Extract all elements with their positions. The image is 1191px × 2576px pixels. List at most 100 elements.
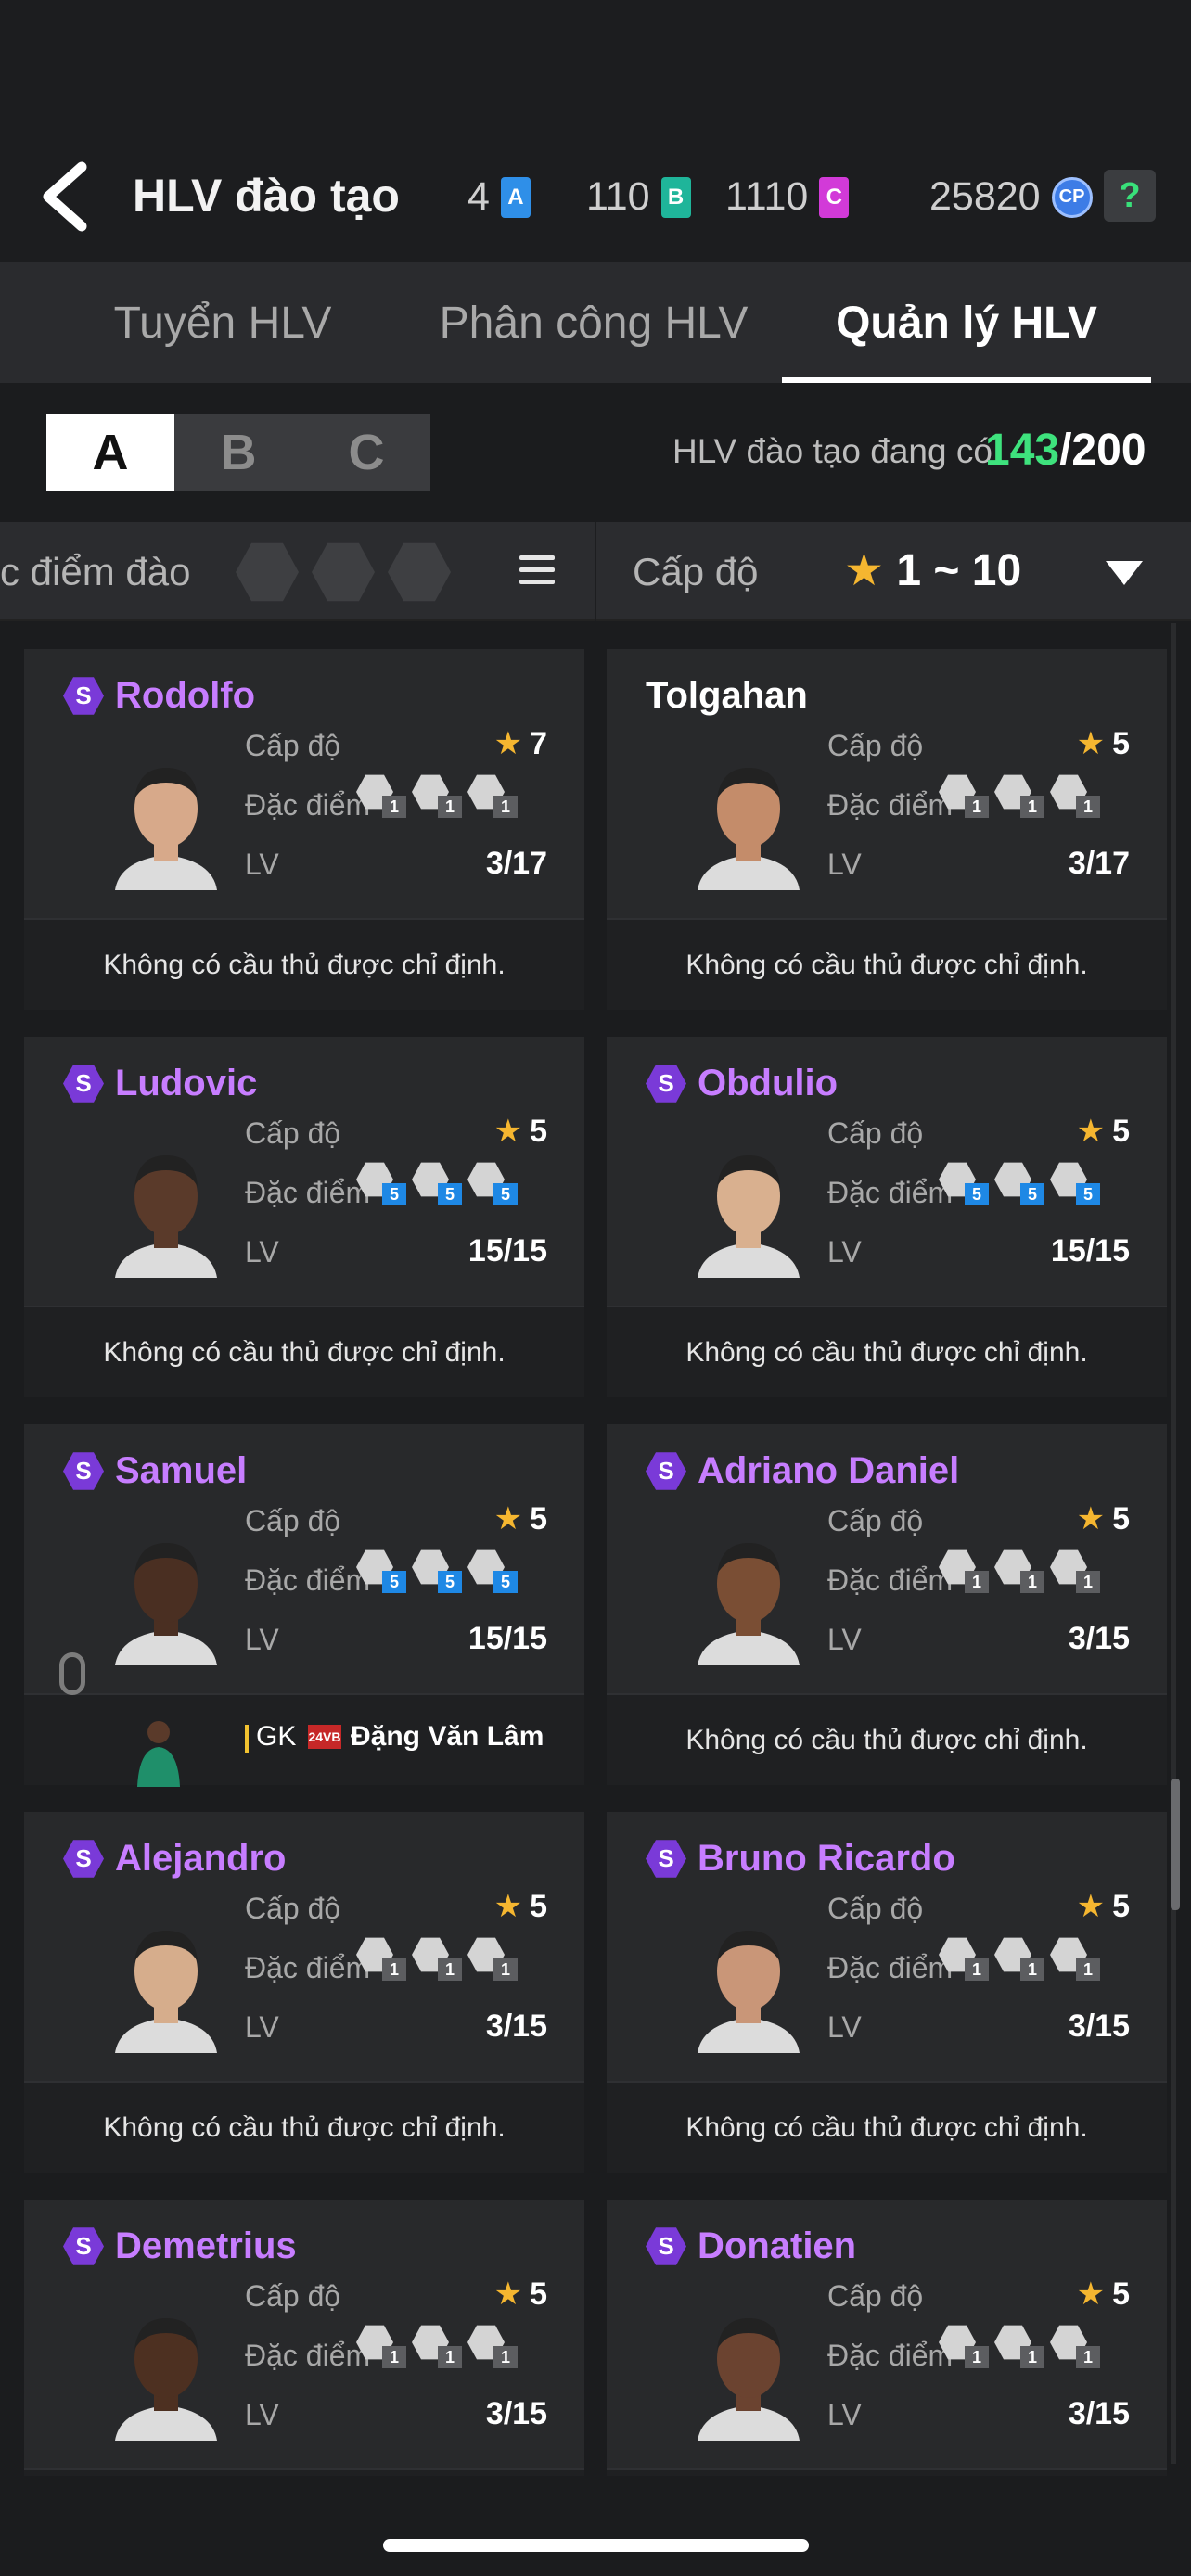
- trait-filter-slot-1[interactable]: [236, 542, 299, 602]
- trait-level: 1: [382, 796, 406, 818]
- lv-label: LV: [827, 848, 862, 881]
- card-b-icon: B: [660, 176, 691, 218]
- no-player-assigned-text: Không có cầu thủ được chỉ định.: [24, 918, 584, 1010]
- coach-name: Adriano Daniel: [698, 1450, 960, 1491]
- trait-level: 5: [965, 1183, 989, 1205]
- currency-a: 4 A: [467, 174, 531, 220]
- coach-count-current: 143: [985, 426, 1060, 475]
- trait-filter-label: c điểm đào: [0, 550, 191, 593]
- squad-c-button[interactable]: C: [302, 414, 430, 491]
- help-button[interactable]: ?: [1104, 170, 1156, 222]
- trait-icon[interactable]: 1: [356, 773, 406, 818]
- trait-icon[interactable]: 1: [1050, 1549, 1100, 1593]
- trait-icon[interactable]: 1: [412, 2324, 462, 2368]
- level-filter-range[interactable]: ★ 1 ~ 10: [844, 544, 1021, 596]
- currency-cp: 25820 CP: [929, 174, 1093, 220]
- coach-name: Bruno Ricardo: [698, 1838, 955, 1879]
- trait-icon[interactable]: 5: [939, 1161, 989, 1205]
- squad-a-button[interactable]: A: [46, 414, 174, 491]
- trait-icon[interactable]: 1: [412, 773, 462, 818]
- no-player-assigned-text: Không có cầu thủ được chỉ định.: [24, 2081, 584, 2173]
- trait-icon[interactable]: 1: [1050, 1936, 1100, 1981]
- trait-icon[interactable]: 1: [939, 773, 989, 818]
- back-chevron-icon[interactable]: [33, 159, 98, 234]
- trait-icon[interactable]: 1: [467, 2324, 518, 2368]
- coach-card-tolgahan[interactable]: Tolgahan Cấp độ ★ 5 Đặc điểm 111 LV 3/17 …: [607, 649, 1167, 1010]
- trait-label: Đặc điểm: [245, 1563, 371, 1597]
- hamburger-menu-icon[interactable]: [519, 555, 555, 587]
- s-rank-badge-icon: S: [646, 1452, 686, 1490]
- lv-label: LV: [245, 848, 279, 881]
- cp-coin-icon: CP: [1051, 176, 1093, 218]
- coach-portrait: [115, 1155, 217, 1278]
- trait-icon[interactable]: 5: [356, 1549, 406, 1593]
- star-icon: ★: [1076, 1889, 1106, 1924]
- coach-card-rodolfo[interactable]: S Rodolfo Cấp độ ★ 7 Đặc điểm 1 1 1 LV 3/17…: [24, 649, 584, 1010]
- assigned-player-row[interactable]: GK 24VB Đặng Văn Lâm: [24, 1693, 584, 1787]
- coach-card-demetrius[interactable]: S Demetrius Cấp độ ★ 5 Đặc điểm 1 1 1 LV 3/…: [24, 2200, 584, 2476]
- trait-icons: 5 5 5: [356, 1161, 518, 1205]
- tab-manage-coach[interactable]: Quản lý HLV: [782, 262, 1151, 383]
- coach-portrait: [698, 1931, 800, 2053]
- tab-assign-coach[interactable]: Phân công HLV: [427, 262, 761, 383]
- coach-card-donatien[interactable]: S Donatien Cấp độ ★ 5 Đặc điểm 1 1 1 LV 3/1…: [607, 2200, 1167, 2476]
- trait-icon[interactable]: 5: [467, 1549, 518, 1593]
- trait-icon[interactable]: 1: [939, 1936, 989, 1981]
- s-rank-badge-icon: S: [63, 1452, 104, 1490]
- lv-value: 3/15: [485, 2009, 547, 2044]
- currency-c-value: 1110: [725, 174, 809, 219]
- trait-icon[interactable]: 1: [467, 1936, 518, 1981]
- trait-icon[interactable]: 1: [1050, 2324, 1100, 2368]
- coach-card-adriano-daniel[interactable]: S Adriano Daniel Cấp độ ★ 5 Đặc điểm 1 11 …: [607, 1424, 1167, 1785]
- trait-icon[interactable]: 1: [994, 1936, 1044, 1981]
- trait-icon[interactable]: 5: [412, 1161, 462, 1205]
- coach-name: Samuel: [115, 1450, 248, 1491]
- trait-icon[interactable]: 1: [994, 2324, 1044, 2368]
- scrollbar-thumb[interactable]: [1171, 1779, 1180, 1910]
- coach-count: 143/200: [985, 425, 1146, 476]
- coach-card-bruno-ricardo[interactable]: S Bruno Ricardo Cấp độ ★ 5 Đặc điểm 1 1 1 L…: [607, 1812, 1167, 2173]
- trait-filter-slot-3[interactable]: [388, 542, 451, 602]
- tab-bar: Tuyển HLV Phân công HLV Quản lý HLV: [0, 262, 1191, 383]
- level-value: ★ 5: [493, 1889, 547, 1924]
- trait-icon[interactable]: 5: [467, 1161, 518, 1205]
- trait-icon[interactable]: 1: [939, 1549, 989, 1593]
- filter-divider: [595, 522, 596, 621]
- trait-icon[interactable]: 1: [994, 1549, 1044, 1593]
- trait-filter-slot-2[interactable]: [312, 542, 375, 602]
- coach-card-alejandro[interactable]: S Alejandro Cấp độ ★ 5 Đặc điểm 1 1 1 LV 3/…: [24, 1812, 584, 2173]
- coach-card-ludovic[interactable]: S Ludovic Cấp độ ★ 5 Đặc điểm 5 5 5 LV 15/1…: [24, 1037, 584, 1397]
- coach-card-samuel[interactable]: S Samuel Cấp độ ★ 5 Đặc điểm 5 5 5 LV 15/15…: [24, 1424, 584, 1787]
- trait-icon[interactable]: 1: [356, 1936, 406, 1981]
- coach-count-label: HLV đào tạo đang có: [672, 432, 992, 470]
- level-label: Cấp độ: [245, 1892, 341, 1925]
- coach-card-obdulio[interactable]: S Obdulio Cấp độ ★ 5 Đặc điểm 5 5 5 LV 15/1…: [607, 1037, 1167, 1397]
- coach-portrait: [115, 768, 217, 890]
- level-value: ★ 5: [1076, 2276, 1130, 2312]
- trait-icon[interactable]: 5: [356, 1161, 406, 1205]
- trait-icon[interactable]: 5: [994, 1161, 1044, 1205]
- trait-icon[interactable]: 1: [412, 1936, 462, 1981]
- trait-icon[interactable]: 1: [1050, 773, 1100, 818]
- dropdown-caret-icon[interactable]: [1106, 561, 1143, 585]
- lv-value: 15/15: [467, 1621, 547, 1656]
- trait-icon[interactable]: 5: [412, 1549, 462, 1593]
- star-icon: ★: [844, 546, 885, 595]
- trait-icon[interactable]: 1: [356, 2324, 406, 2368]
- trait-icon[interactable]: 1: [467, 773, 518, 818]
- trait-level: 5: [1076, 1183, 1100, 1205]
- tab-recruit-coach[interactable]: Tuyển HLV: [83, 262, 362, 383]
- lv-label: LV: [245, 2010, 279, 2044]
- scrollbar-track[interactable]: [1171, 623, 1176, 2464]
- trait-icon[interactable]: 5: [1050, 1161, 1100, 1205]
- home-indicator[interactable]: [383, 2539, 809, 2552]
- level-value: ★ 5: [493, 2276, 547, 2312]
- squad-b-button[interactable]: B: [174, 414, 302, 491]
- trait-level: 5: [493, 1183, 518, 1205]
- level-label: Cấp độ: [245, 729, 341, 762]
- no-player-assigned-text: Không có cầu thủ được chỉ định.: [607, 918, 1167, 1010]
- trait-level: 5: [382, 1183, 406, 1205]
- trait-icon[interactable]: 1: [939, 2324, 989, 2368]
- trait-icon[interactable]: 1: [994, 773, 1044, 818]
- coach-portrait: [698, 1543, 800, 1665]
